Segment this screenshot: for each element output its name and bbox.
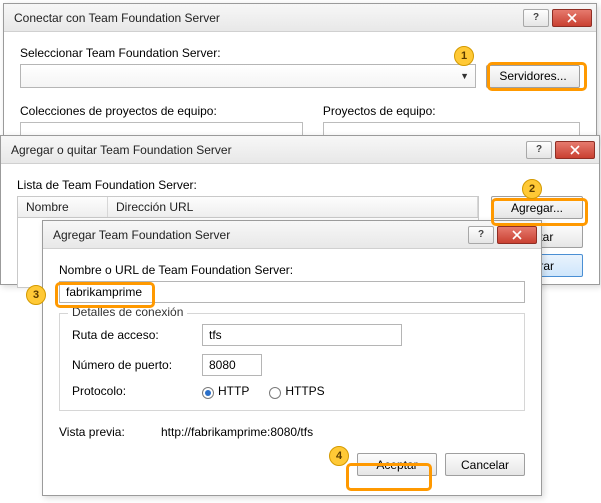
server-list-label: Lista de Team Foundation Server: bbox=[17, 178, 583, 192]
titlebar[interactable]: Agregar Team Foundation Server ? bbox=[43, 221, 541, 249]
callout-2: 2 bbox=[522, 179, 542, 199]
dialog-title: Agregar o quitar Team Foundation Server bbox=[11, 143, 526, 157]
close-icon[interactable] bbox=[497, 226, 537, 244]
column-url[interactable]: Dirección URL bbox=[108, 197, 478, 217]
server-table-header: Nombre Dirección URL bbox=[17, 196, 479, 218]
preview-value: http://fabrikamprime:8080/tfs bbox=[161, 425, 313, 439]
cancel-button[interactable]: Cancelar bbox=[445, 453, 525, 476]
preview-label: Vista previa: bbox=[59, 425, 161, 439]
close-icon[interactable] bbox=[555, 141, 595, 159]
chevron-down-icon: ▼ bbox=[460, 71, 469, 81]
help-button[interactable]: ? bbox=[468, 226, 494, 244]
callout-4: 4 bbox=[329, 446, 349, 466]
path-value: tfs bbox=[209, 328, 222, 342]
close-icon[interactable] bbox=[552, 9, 592, 27]
protocol-https-radio[interactable] bbox=[269, 387, 281, 399]
ok-button[interactable]: Aceptar bbox=[357, 453, 437, 476]
server-name-label: Nombre o URL de Team Foundation Server: bbox=[59, 263, 525, 277]
dialog-title: Conectar con Team Foundation Server bbox=[14, 11, 523, 25]
protocol-http-label: HTTP bbox=[218, 384, 249, 398]
help-button[interactable]: ? bbox=[526, 141, 552, 159]
select-server-label: Seleccionar Team Foundation Server: bbox=[20, 46, 580, 60]
port-value: 8080 bbox=[209, 358, 236, 372]
collections-label: Colecciones de proyectos de equipo: bbox=[20, 104, 303, 118]
path-input[interactable]: tfs bbox=[202, 324, 402, 346]
dialog-title: Agregar Team Foundation Server bbox=[53, 228, 468, 242]
server-name-value: fabrikamprime bbox=[66, 285, 142, 299]
dialog-connect-tfs: Conectar con Team Foundation Server ? Se… bbox=[3, 3, 597, 143]
help-button[interactable]: ? bbox=[523, 9, 549, 27]
protocol-https-label: HTTPS bbox=[285, 384, 324, 398]
connection-details-group: Detalles de conexión Ruta de acceso: tfs… bbox=[59, 313, 525, 411]
port-label: Número de puerto: bbox=[72, 358, 202, 372]
titlebar[interactable]: Agregar o quitar Team Foundation Server … bbox=[1, 136, 599, 164]
projects-label: Proyectos de equipo: bbox=[323, 104, 580, 118]
add-button[interactable]: Agregar... bbox=[491, 196, 583, 219]
callout-3: 3 bbox=[26, 285, 46, 305]
port-input[interactable]: 8080 bbox=[202, 354, 262, 376]
column-name[interactable]: Nombre bbox=[18, 197, 108, 217]
servers-button[interactable]: Servidores... bbox=[486, 65, 580, 88]
path-label: Ruta de acceso: bbox=[72, 328, 202, 342]
server-combobox[interactable]: ▼ bbox=[20, 64, 476, 88]
protocol-label: Protocolo: bbox=[72, 384, 202, 398]
dialog-add-tfs: Agregar Team Foundation Server ? Nombre … bbox=[42, 220, 542, 496]
server-name-input[interactable]: fabrikamprime bbox=[59, 281, 525, 303]
connection-details-legend: Detalles de conexión bbox=[68, 305, 187, 319]
titlebar[interactable]: Conectar con Team Foundation Server ? bbox=[4, 4, 596, 32]
protocol-http-radio[interactable] bbox=[202, 387, 214, 399]
callout-1: 1 bbox=[454, 46, 474, 66]
